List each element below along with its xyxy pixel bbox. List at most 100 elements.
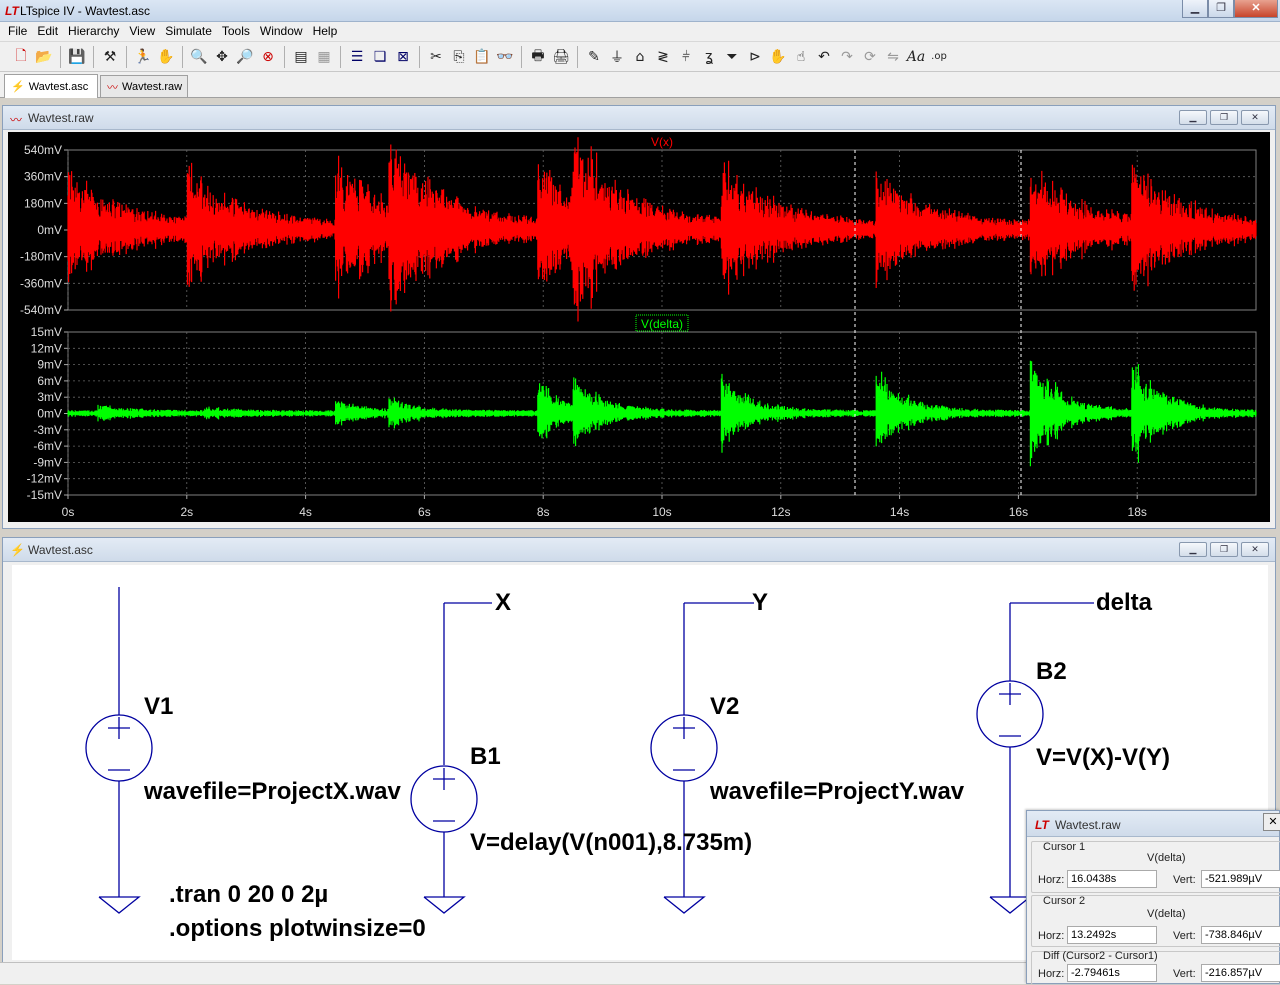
label-net-icon[interactable]: ⌂ — [629, 46, 651, 68]
zoom-in-icon[interactable]: 🔍 — [188, 46, 210, 68]
new-schematic-icon[interactable]: 🗋 — [10, 46, 32, 68]
y-tick-label: 15mV — [31, 325, 62, 339]
schematic-window-title: Wavtest.asc — [28, 543, 93, 557]
copy-icon[interactable]: ⎘ — [448, 46, 470, 68]
spice-directive-options[interactable]: .options plotwinsize=0 — [169, 915, 426, 943]
v1-value[interactable]: wavefile=ProjectX.wav — [144, 778, 401, 806]
save-icon[interactable]: 💾 — [66, 46, 88, 68]
drag-icon[interactable]: ☝ — [790, 46, 812, 68]
menu-help[interactable]: Help — [308, 22, 343, 41]
app-title-bar: LT LTspice IV - Wavtest.asc ▁ ❐ ✕ — [0, 0, 1280, 22]
diff-horz-field[interactable]: -2.79461s — [1067, 964, 1157, 982]
menu-simulate[interactable]: Simulate — [160, 22, 217, 41]
net-label-y[interactable]: Y — [752, 589, 768, 617]
y-tick-label: 12mV — [31, 341, 62, 355]
b1-name[interactable]: B1 — [470, 743, 501, 771]
open-icon[interactable]: 📂 — [33, 46, 55, 68]
spice-directive-icon[interactable]: .op — [928, 46, 950, 68]
tile-horizontal-icon[interactable]: ☰ — [346, 46, 368, 68]
component-icon[interactable]: ⊳ — [744, 46, 766, 68]
y-tick-label: 0mV — [37, 223, 62, 237]
v2-name[interactable]: V2 — [710, 693, 739, 721]
cascade-icon[interactable]: ❏ — [369, 46, 391, 68]
autorange-icon[interactable]: ▤ — [290, 46, 312, 68]
y-tick-label: 3mV — [37, 390, 62, 404]
control-panel-icon[interactable]: ⚒ — [99, 46, 121, 68]
manual-limits-icon[interactable]: ▦ — [313, 46, 335, 68]
waveform-restore-button[interactable]: ❐ — [1210, 110, 1238, 125]
tab-wavtest-raw[interactable]: 〰 Wavtest.raw — [100, 75, 188, 97]
mirror-icon[interactable]: ⇋ — [882, 46, 904, 68]
window-controls: ▁ ❐ ✕ — [1182, 0, 1278, 18]
diff-vert-field[interactable]: -216.857µV — [1201, 964, 1280, 982]
trace-title: V(x) — [651, 135, 673, 149]
b2-name[interactable]: B2 — [1036, 658, 1067, 686]
waveform-minimize-button[interactable]: ▁ — [1179, 110, 1207, 125]
menu-file[interactable]: File — [3, 22, 32, 41]
b1-value[interactable]: V=delay(V(n001),8.735m) — [470, 829, 752, 857]
menu-window[interactable]: Window — [255, 22, 308, 41]
schematic-icon: ⚡ — [11, 81, 25, 93]
find-icon[interactable]: 👓 — [494, 46, 516, 68]
schematic-restore-button[interactable]: ❐ — [1210, 542, 1238, 557]
menu-view[interactable]: View — [124, 22, 160, 41]
ground-icon[interactable]: ⏚ — [606, 46, 628, 68]
ltspice-logo-icon: LT — [5, 4, 19, 18]
move-icon[interactable]: ✋ — [767, 46, 789, 68]
x-tick-label: 0s — [62, 505, 75, 519]
close-all-icon[interactable]: ⊠ — [392, 46, 414, 68]
draw-wire-icon[interactable]: ✎ — [583, 46, 605, 68]
diff-label: Diff (Cursor2 - Cursor1) — [1043, 950, 1158, 962]
zoom-out-icon[interactable]: 🔎 — [234, 46, 256, 68]
redo-icon[interactable]: ↷ — [836, 46, 858, 68]
halt-icon[interactable]: ✋ — [155, 46, 177, 68]
diode-icon[interactable]: ⏷ — [721, 46, 743, 68]
menu-tools[interactable]: Tools — [217, 22, 255, 41]
x-tick-label: 18s — [1128, 505, 1147, 519]
print-setup-icon[interactable]: 🖶 — [527, 46, 549, 68]
menu-edit[interactable]: Edit — [32, 22, 63, 41]
zoom-fit-icon[interactable]: ⊗ — [257, 46, 279, 68]
cut-icon[interactable]: ✂ — [425, 46, 447, 68]
close-button[interactable]: ✕ — [1234, 0, 1278, 18]
run-icon[interactable]: 🏃 — [132, 46, 154, 68]
cursor2-trace: V(delta) — [1147, 908, 1186, 920]
net-label-x[interactable]: X — [495, 589, 511, 617]
waveform-close-button[interactable]: ✕ — [1241, 110, 1269, 125]
y-tick-label: -360mV — [20, 276, 62, 290]
resistor-icon[interactable]: ≷ — [652, 46, 674, 68]
undo-icon[interactable]: ↶ — [813, 46, 835, 68]
minimize-button[interactable]: ▁ — [1182, 0, 1208, 18]
maximize-button[interactable]: ❐ — [1208, 0, 1234, 18]
x-tick-label: 4s — [299, 505, 312, 519]
paste-icon[interactable]: 📋 — [471, 46, 493, 68]
pan-icon[interactable]: ✥ — [211, 46, 233, 68]
v2-value[interactable]: wavefile=ProjectY.wav — [710, 778, 964, 806]
cursor2-horz-label: Horz: — [1038, 930, 1065, 942]
tab-wavtest-asc[interactable]: ⚡ Wavtest.asc — [4, 74, 98, 98]
cursor-window-title: Wavtest.raw — [1055, 818, 1121, 832]
waveform-plot[interactable]: 540mV 360mV 180mV 0mV -180mV -360mV -540mV V(x)… — [8, 132, 1270, 522]
waveform-icon: 〰 — [107, 81, 118, 94]
cursor-window-close-button[interactable]: ✕ — [1263, 813, 1280, 831]
schematic-minimize-button[interactable]: ▁ — [1179, 542, 1207, 557]
cursor1-horz-field[interactable]: 16.0438s — [1067, 870, 1157, 888]
x-tick-label: 16s — [1009, 505, 1028, 519]
cursor2-vert-field[interactable]: -738.846µV — [1201, 926, 1280, 944]
v1-name[interactable]: V1 — [144, 693, 173, 721]
schematic-icon: ⚡ — [10, 543, 25, 557]
print-icon[interactable]: 🖨 — [550, 46, 572, 68]
text-icon[interactable]: Aa — [905, 46, 927, 68]
net-label-delta[interactable]: delta — [1096, 589, 1152, 617]
b2-value[interactable]: V=V(X)-V(Y) — [1036, 744, 1170, 772]
inductor-icon[interactable]: ʓ — [698, 46, 720, 68]
spice-directive-tran[interactable]: .tran 0 20 0 2µ — [169, 881, 328, 909]
y-tick-label: 540mV — [24, 143, 62, 157]
cursor2-vert-label: Vert: — [1173, 930, 1196, 942]
schematic-close-button[interactable]: ✕ — [1241, 542, 1269, 557]
cursor1-vert-field[interactable]: -521.989µV — [1201, 870, 1280, 888]
capacitor-icon[interactable]: ⫩ — [675, 46, 697, 68]
cursor2-horz-field[interactable]: 13.2492s — [1067, 926, 1157, 944]
rotate-icon[interactable]: ⟳ — [859, 46, 881, 68]
menu-hierarchy[interactable]: Hierarchy — [63, 22, 124, 41]
